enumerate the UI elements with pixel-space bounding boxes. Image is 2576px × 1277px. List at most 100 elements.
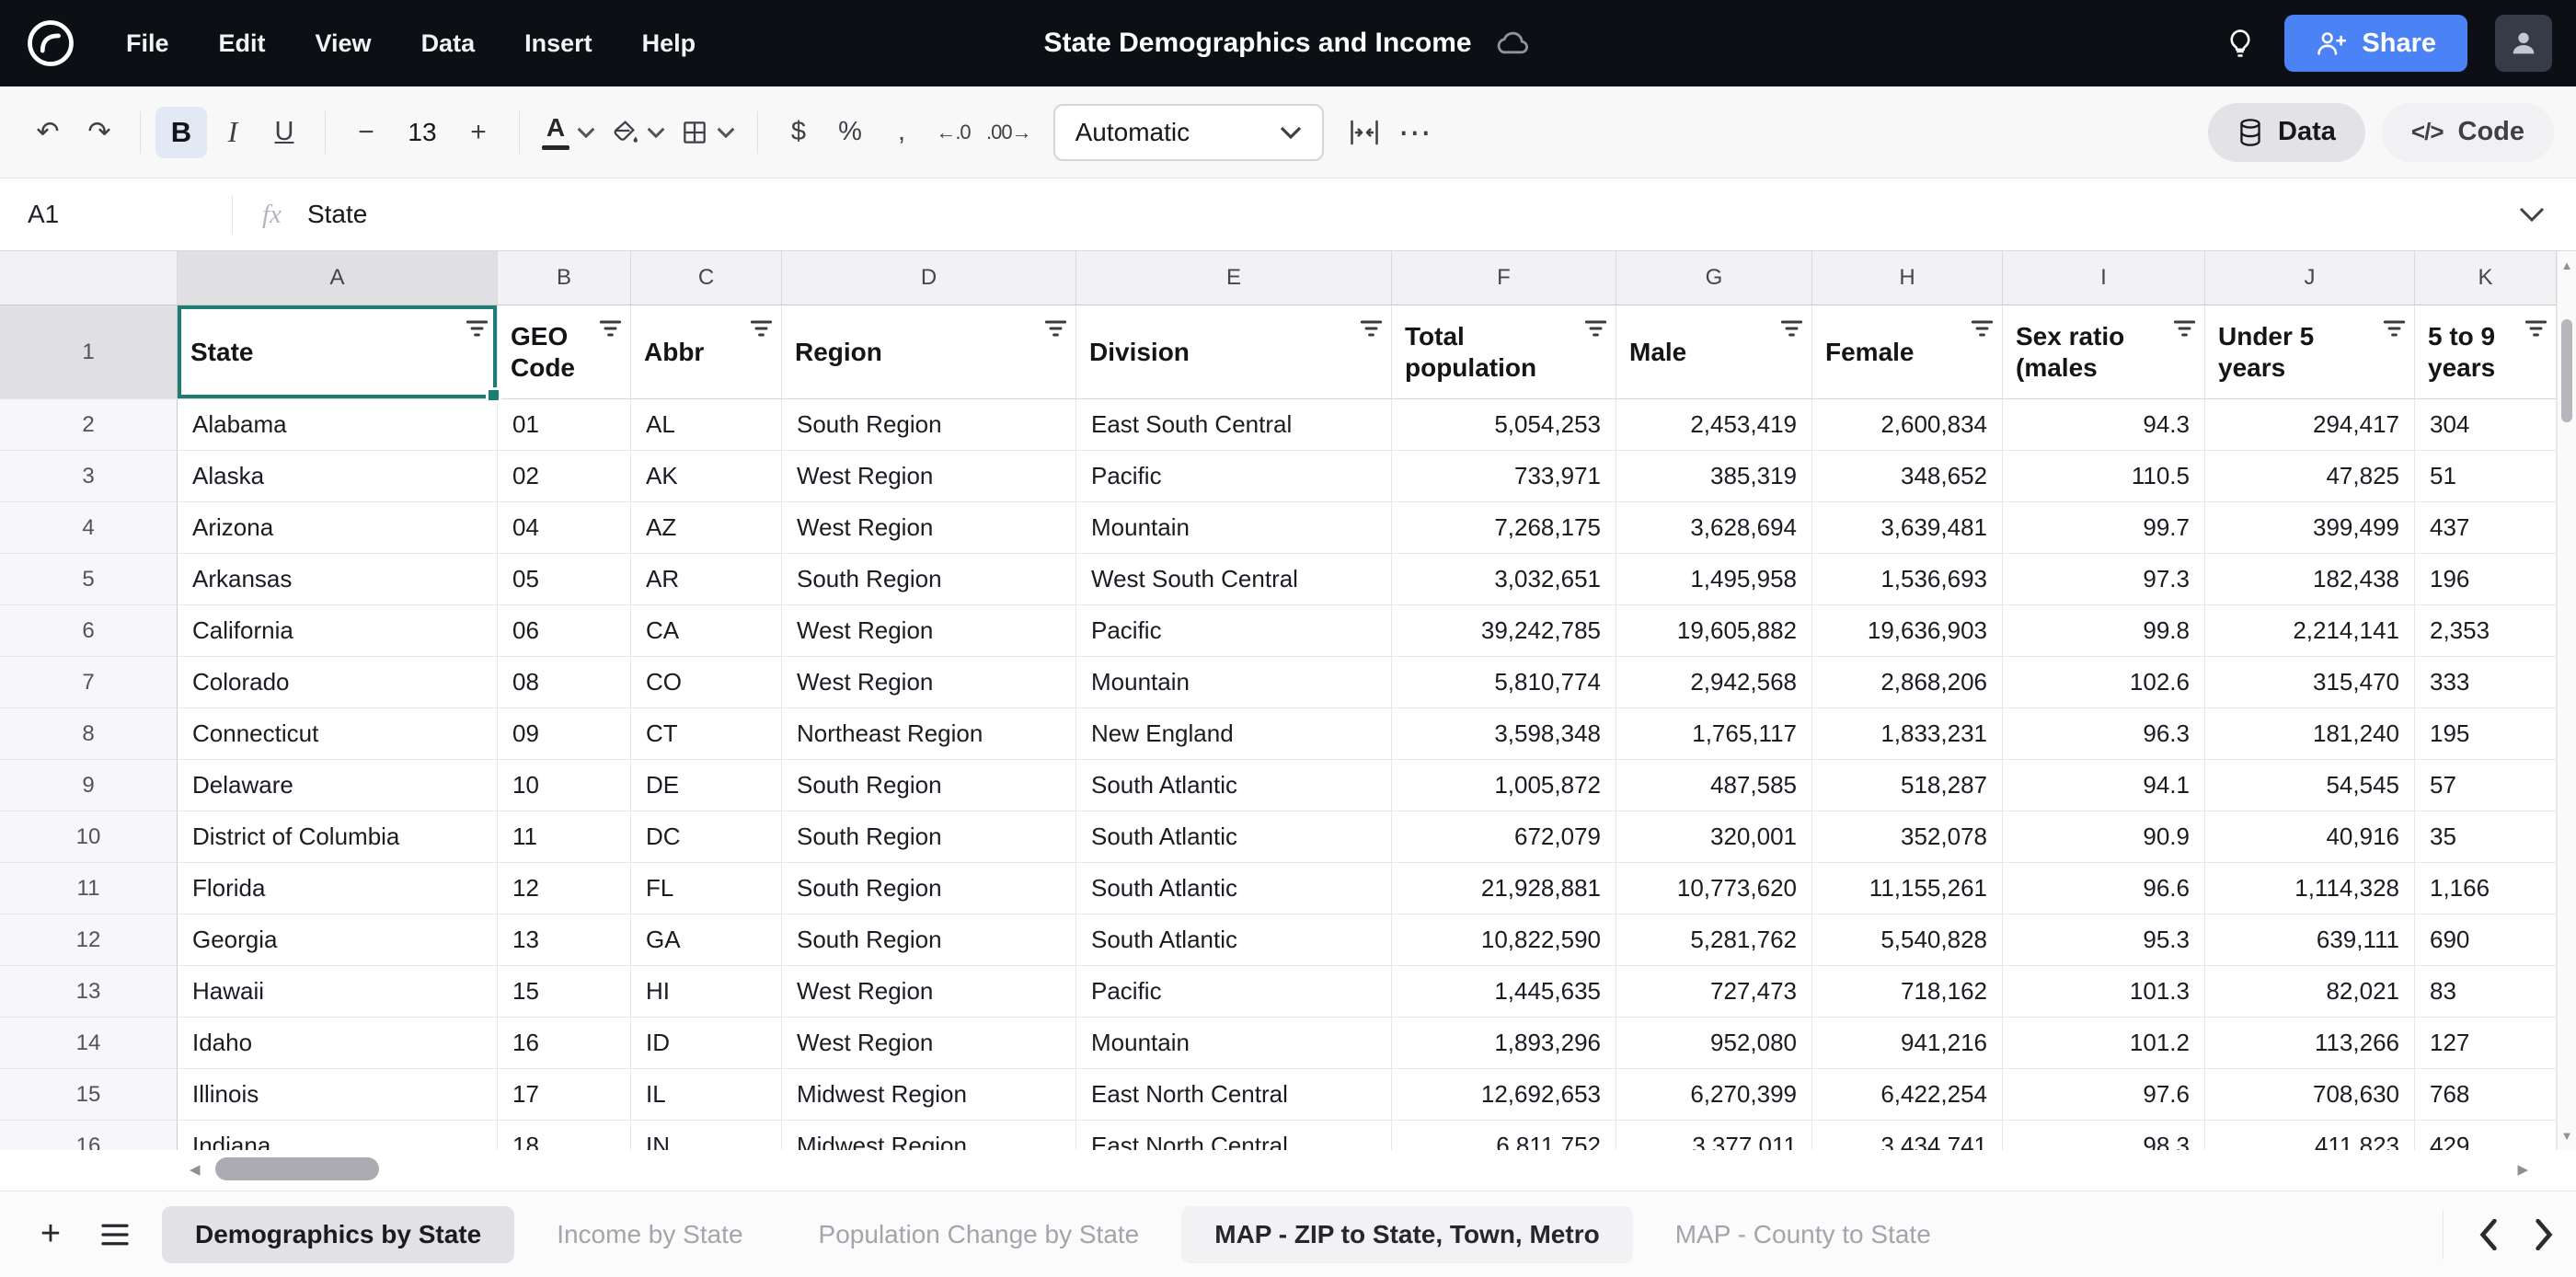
row-number[interactable]: 12	[0, 915, 178, 966]
cell-C5[interactable]: AR	[631, 554, 782, 605]
cell-I9[interactable]: 94.1	[2003, 760, 2205, 811]
cell-F9[interactable]: 1,005,872	[1392, 760, 1616, 811]
more-options-button[interactable]: ⋯	[1390, 107, 1442, 158]
cell-G16[interactable]: 3,377,011	[1616, 1121, 1812, 1150]
cell-H11[interactable]: 11,155,261	[1812, 863, 2003, 915]
cell-E5[interactable]: West South Central	[1076, 554, 1392, 605]
cell-E12[interactable]: South Atlantic	[1076, 915, 1392, 966]
tabs-scroll-right-button[interactable]	[2534, 1219, 2554, 1250]
formula-bar-expand-button[interactable]	[2519, 207, 2545, 222]
cell-D14[interactable]: West Region	[782, 1018, 1076, 1069]
horizontal-scroll-thumb[interactable]	[215, 1157, 379, 1180]
cell-G3[interactable]: 385,319	[1616, 451, 1812, 502]
cell-J14[interactable]: 113,266	[2205, 1018, 2415, 1069]
cell-G10[interactable]: 320,001	[1616, 811, 1812, 863]
cell-A10[interactable]: District of Columbia	[178, 811, 498, 863]
cell-D9[interactable]: South Region	[782, 760, 1076, 811]
column-header-D[interactable]: D	[782, 251, 1076, 305]
font-size-value[interactable]: 13	[392, 118, 453, 147]
cell-J2[interactable]: 294,417	[2205, 399, 2415, 451]
cell-K10[interactable]: 35	[2415, 811, 2557, 863]
cell-K7[interactable]: 333	[2415, 657, 2557, 708]
menu-data[interactable]: Data	[397, 29, 500, 58]
cell-K3[interactable]: 51	[2415, 451, 2557, 502]
header-cell-F1[interactable]: Total population	[1392, 305, 1616, 399]
cell-J11[interactable]: 1,114,328	[2205, 863, 2415, 915]
cell-K16[interactable]: 429	[2415, 1121, 2557, 1150]
cell-C2[interactable]: AL	[631, 399, 782, 451]
decrease-font-button[interactable]: −	[340, 107, 392, 158]
cell-A15[interactable]: Illinois	[178, 1069, 498, 1121]
header-cell-H1[interactable]: Female	[1812, 305, 2003, 399]
cell-B16[interactable]: 18	[498, 1121, 631, 1150]
row-number[interactable]: 9	[0, 760, 178, 811]
cell-J10[interactable]: 40,916	[2205, 811, 2415, 863]
row-number[interactable]: 5	[0, 554, 178, 605]
header-cell-I1[interactable]: Sex ratio (males	[2003, 305, 2205, 399]
cell-D12[interactable]: South Region	[782, 915, 1076, 966]
cell-A11[interactable]: Florida	[178, 863, 498, 915]
cell-H14[interactable]: 941,216	[1812, 1018, 2003, 1069]
cell-E14[interactable]: Mountain	[1076, 1018, 1392, 1069]
cell-F4[interactable]: 7,268,175	[1392, 502, 1616, 554]
cell-A14[interactable]: Idaho	[178, 1018, 498, 1069]
cell-F5[interactable]: 3,032,651	[1392, 554, 1616, 605]
cell-H16[interactable]: 3,434,741	[1812, 1121, 2003, 1150]
cell-E15[interactable]: East North Central	[1076, 1069, 1392, 1121]
cell-B8[interactable]: 09	[498, 708, 631, 760]
row-number[interactable]: 7	[0, 657, 178, 708]
cell-F14[interactable]: 1,893,296	[1392, 1018, 1616, 1069]
cell-A8[interactable]: Connecticut	[178, 708, 498, 760]
cell-G12[interactable]: 5,281,762	[1616, 915, 1812, 966]
header-cell-A1[interactable]: State	[178, 305, 498, 399]
cell-A7[interactable]: Colorado	[178, 657, 498, 708]
cell-B13[interactable]: 15	[498, 966, 631, 1018]
column-header-H[interactable]: H	[1812, 251, 2003, 305]
sheet-tab[interactable]: Demographics by State	[162, 1206, 514, 1263]
filter-icon[interactable]	[1044, 318, 1067, 339]
cell-A13[interactable]: Hawaii	[178, 966, 498, 1018]
cell-C14[interactable]: ID	[631, 1018, 782, 1069]
cell-F10[interactable]: 672,079	[1392, 811, 1616, 863]
cell-I4[interactable]: 99.7	[2003, 502, 2205, 554]
percent-format-button[interactable]: %	[824, 107, 876, 158]
cell-B9[interactable]: 10	[498, 760, 631, 811]
cell-C6[interactable]: CA	[631, 605, 782, 657]
cell-C11[interactable]: FL	[631, 863, 782, 915]
cell-B14[interactable]: 16	[498, 1018, 631, 1069]
underline-button[interactable]: U	[259, 107, 310, 158]
cell-E13[interactable]: Pacific	[1076, 966, 1392, 1018]
header-cell-J1[interactable]: Under 5 years	[2205, 305, 2415, 399]
cell-J9[interactable]: 54,545	[2205, 760, 2415, 811]
cell-J4[interactable]: 399,499	[2205, 502, 2415, 554]
cell-D2[interactable]: South Region	[782, 399, 1076, 451]
cell-B7[interactable]: 08	[498, 657, 631, 708]
cell-H3[interactable]: 348,652	[1812, 451, 2003, 502]
header-cell-B1[interactable]: GEO Code	[498, 305, 631, 399]
cell-G14[interactable]: 952,080	[1616, 1018, 1812, 1069]
cell-H9[interactable]: 518,287	[1812, 760, 2003, 811]
cell-K15[interactable]: 768	[2415, 1069, 2557, 1121]
fill-color-button[interactable]	[603, 107, 673, 158]
cell-B12[interactable]: 13	[498, 915, 631, 966]
cell-J3[interactable]: 47,825	[2205, 451, 2415, 502]
cell-K11[interactable]: 1,166	[2415, 863, 2557, 915]
column-header-F[interactable]: F	[1392, 251, 1616, 305]
cell-D10[interactable]: South Region	[782, 811, 1076, 863]
increase-font-button[interactable]: +	[453, 107, 504, 158]
scroll-up-arrow-icon[interactable]: ▲	[2558, 259, 2576, 272]
row-number[interactable]: 14	[0, 1018, 178, 1069]
increase-decimals-button[interactable]: .00→	[979, 107, 1039, 158]
cell-J7[interactable]: 315,470	[2205, 657, 2415, 708]
sheet-tab[interactable]: MAP - ZIP to State, Town, Metro	[1181, 1206, 1632, 1263]
cell-I5[interactable]: 97.3	[2003, 554, 2205, 605]
sheet-tab[interactable]: MAP - County to State	[1642, 1206, 1964, 1263]
row-number[interactable]: 15	[0, 1069, 178, 1121]
cell-E9[interactable]: South Atlantic	[1076, 760, 1392, 811]
cell-F2[interactable]: 5,054,253	[1392, 399, 1616, 451]
cell-F3[interactable]: 733,971	[1392, 451, 1616, 502]
cell-G15[interactable]: 6,270,399	[1616, 1069, 1812, 1121]
bold-button[interactable]: B	[155, 107, 207, 158]
cell-C9[interactable]: DE	[631, 760, 782, 811]
cell-H6[interactable]: 19,636,903	[1812, 605, 2003, 657]
